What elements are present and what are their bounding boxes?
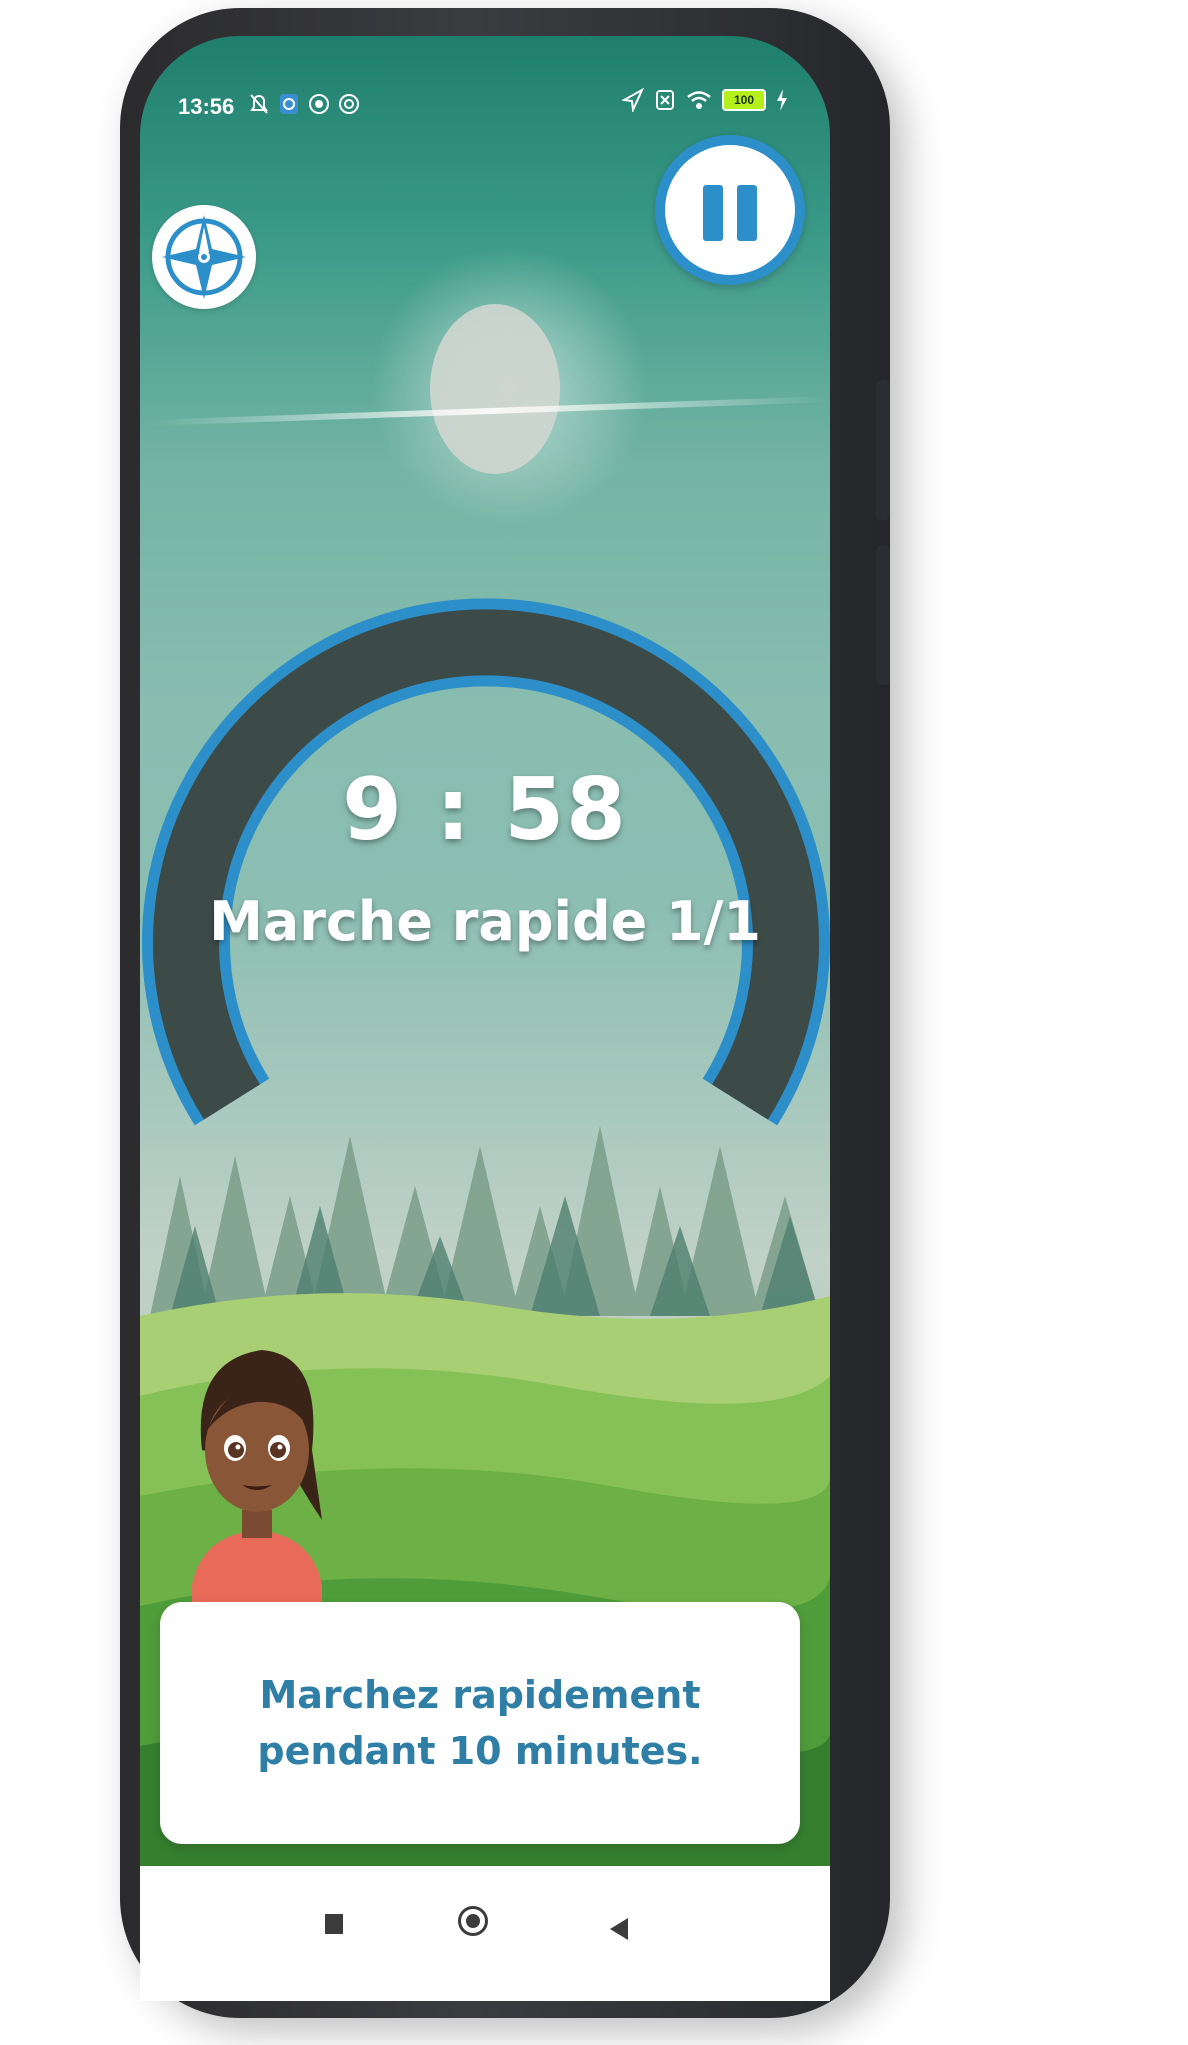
system-icons: 100 xyxy=(622,88,788,112)
bell-off-icon xyxy=(250,94,268,114)
device-mockup: 9 : 58 Marche rapide 1/1 13:56 100 March… xyxy=(0,0,1188,2045)
back-button[interactable] xyxy=(610,1918,628,1940)
countdown-timer: 9 : 58 xyxy=(342,760,628,860)
pause-bar-left xyxy=(703,185,723,241)
power-button xyxy=(876,545,890,685)
sim-icon xyxy=(656,90,674,110)
status-time: 13:56 xyxy=(178,94,235,119)
compass-button[interactable] xyxy=(152,205,256,309)
instruction-text: Marchez rapidement pendant 10 minutes. xyxy=(257,1673,703,1773)
battery-indicator: 100 xyxy=(722,89,766,111)
sync-icon xyxy=(339,94,359,114)
navigation-bar xyxy=(140,1866,830,2001)
instruction-card: Marchez rapidement pendant 10 minutes. xyxy=(160,1602,800,1844)
record-icon xyxy=(309,94,329,114)
recent-apps-button[interactable] xyxy=(325,1914,343,1934)
activity-label: Marche rapide 1/1 xyxy=(209,890,761,953)
pause-icon xyxy=(665,145,795,275)
coach-avatar xyxy=(192,1350,322,1610)
sun xyxy=(430,304,560,474)
status-bar: 13:56 100 xyxy=(178,88,788,128)
charging-icon xyxy=(777,89,787,111)
location-icon xyxy=(622,88,644,112)
home-button[interactable] xyxy=(458,1906,488,1936)
notification-icons xyxy=(248,92,360,116)
app-notification-icon xyxy=(280,94,298,114)
pause-button[interactable] xyxy=(655,135,805,285)
wifi-icon xyxy=(687,91,711,109)
pause-bar-right xyxy=(737,185,757,241)
compass-icon xyxy=(162,215,246,299)
volume-button xyxy=(876,380,890,520)
